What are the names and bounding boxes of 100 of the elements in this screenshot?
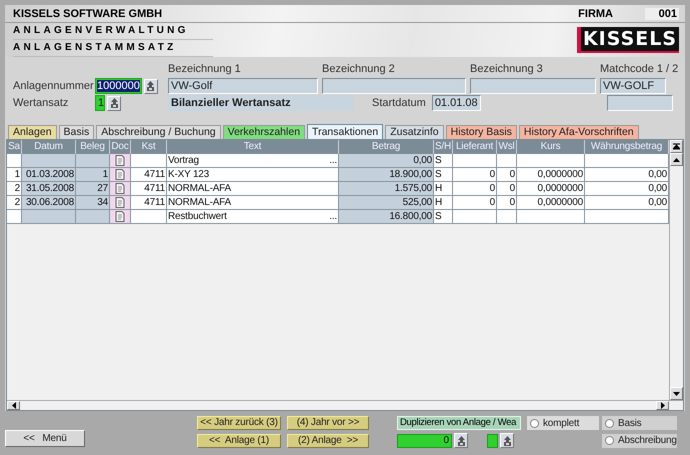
scroll-left-button[interactable] — [7, 401, 20, 410]
table-cell: 525,00 — [339, 196, 434, 210]
scroll-down-button[interactable] — [670, 387, 683, 400]
table-cell: 0,0000000 — [517, 196, 585, 210]
lookup-button[interactable] — [144, 78, 158, 94]
lookup-button[interactable] — [500, 433, 514, 448]
tab[interactable]: Anlagen — [8, 125, 57, 139]
lookup-icon — [502, 436, 512, 446]
field-label: Startdatum — [372, 97, 426, 109]
tab[interactable]: Abschreibung / Buchung — [96, 125, 221, 139]
input-field[interactable]: VW-GOLF — [600, 78, 666, 94]
tab[interactable]: History Afa-Vorschriften — [518, 125, 639, 139]
table-cell: 18.900,00 — [339, 168, 434, 182]
wertansatz-name: Bilanzieller Wertansatz — [168, 95, 354, 111]
input-field[interactable]: 1000000 — [95, 78, 142, 94]
column-header: Sa — [7, 140, 22, 154]
company-name: KISSELS SOFTWARE GMBH — [13, 8, 164, 20]
table-cell: NORMAL-AFA — [168, 196, 232, 209]
table-cell: 0 — [453, 196, 497, 210]
column-header: Text — [167, 140, 339, 154]
tab[interactable]: History Basis — [446, 125, 517, 139]
scroll-top-button[interactable] — [670, 140, 683, 153]
lookup-button[interactable] — [454, 433, 468, 448]
lookup-button[interactable] — [107, 96, 121, 110]
tab[interactable]: Zusatzinfo — [385, 125, 444, 139]
table-cell: 4711 — [131, 182, 167, 196]
column-header: Betrag — [339, 140, 434, 154]
nav-button[interactable]: << Anlage (1) — [197, 434, 281, 448]
table-cell: 0,00 — [585, 168, 669, 182]
module-title: ANLAGENVERWALTUNG — [13, 23, 213, 40]
table-cell: Restbuchwert — [168, 210, 227, 223]
field-label: Bezeichnung 3 — [470, 63, 543, 75]
input-field[interactable] — [607, 95, 673, 111]
table-cell: S — [434, 154, 453, 168]
column-header: Lieferant — [453, 140, 497, 154]
document-icon[interactable] — [115, 169, 125, 180]
menu-button[interactable]: << Menü — [5, 430, 85, 447]
nav-button[interactable]: (2) Anlage >> — [287, 434, 369, 448]
column-header: Beleg — [76, 140, 110, 154]
lookup-icon — [456, 436, 466, 446]
input-field[interactable]: VW-Golf — [168, 78, 318, 94]
table-cell: 0,0000000 — [517, 168, 585, 182]
date-field[interactable]: 01.01.08 — [432, 95, 481, 111]
table-cell: 4711 — [131, 168, 167, 182]
nav-button[interactable]: (4) Jahr vor >> — [287, 416, 369, 430]
tab[interactable]: Basis — [58, 125, 94, 139]
table-cell: 30.06.2008 — [22, 196, 76, 210]
arrow-right-icon — [660, 402, 664, 409]
firma-value: 001 — [645, 8, 679, 20]
tab[interactable]: Transaktionen — [307, 124, 384, 139]
radio-option[interactable]: Basis — [602, 416, 677, 430]
radio-option[interactable]: komplett — [527, 416, 599, 430]
input-field[interactable] — [487, 434, 498, 448]
table-cell: 1.575,00 — [339, 182, 434, 196]
table-cell: NORMAL-AFA — [168, 182, 232, 195]
company-logo: KISSELS — [577, 27, 679, 53]
input-field[interactable] — [322, 78, 466, 94]
input-field[interactable] — [470, 78, 596, 94]
column-header: Doc — [110, 140, 131, 154]
table-cell: 0,0000000 — [517, 182, 585, 196]
scroll-top-icon — [673, 142, 680, 150]
input-field[interactable]: 0 — [397, 434, 452, 448]
column-header: Kurs — [517, 140, 585, 154]
field-label: Matchcode 1 / 2 — [600, 63, 678, 75]
more-button[interactable]: ... — [329, 210, 337, 223]
field-label: Wertansatz — [13, 97, 70, 109]
table-cell: H — [434, 182, 453, 196]
column-header: Währungsbetrag — [585, 140, 669, 154]
table-cell: 2 — [7, 182, 22, 196]
field-label: Bezeichnung 1 — [168, 63, 241, 75]
document-icon[interactable] — [115, 155, 125, 166]
table-cell: 0 — [453, 182, 497, 196]
radio-option[interactable]: Abschreibung — [602, 434, 677, 448]
table-cell: 31.05.2008 — [22, 182, 76, 196]
table-cell: 0,00 — [585, 196, 669, 210]
firma-label: FIRMA — [578, 8, 613, 20]
table-cell: 0,00 — [585, 182, 669, 196]
document-icon[interactable] — [115, 197, 125, 208]
column-header: Datum — [22, 140, 76, 154]
table-cell: 1 — [76, 168, 110, 182]
table-cell: 0,00 — [339, 154, 434, 168]
input-field[interactable]: 1 — [95, 95, 105, 111]
table-cell: 0 — [497, 168, 517, 182]
scroll-right-button[interactable] — [656, 401, 669, 410]
table-cell: S — [434, 168, 453, 182]
tab[interactable]: Verkehrszahlen — [222, 125, 306, 139]
more-button[interactable]: ... — [329, 154, 337, 167]
scroll-up-button[interactable] — [670, 153, 683, 166]
table-cell: Vortrag — [168, 154, 199, 167]
arrow-left-icon — [12, 402, 16, 409]
table-cell: 27 — [76, 182, 110, 196]
nav-button[interactable]: << Jahr zurück (3) — [197, 416, 281, 430]
table-cell: 1 — [7, 168, 22, 182]
column-header: Kst — [131, 140, 167, 154]
table-cell: 0 — [497, 196, 517, 210]
document-icon[interactable] — [115, 211, 125, 222]
field-label: Anlagennummer — [13, 80, 95, 92]
document-icon[interactable] — [115, 183, 125, 194]
arrow-down-icon — [673, 392, 680, 396]
table-cell: H — [434, 196, 453, 210]
